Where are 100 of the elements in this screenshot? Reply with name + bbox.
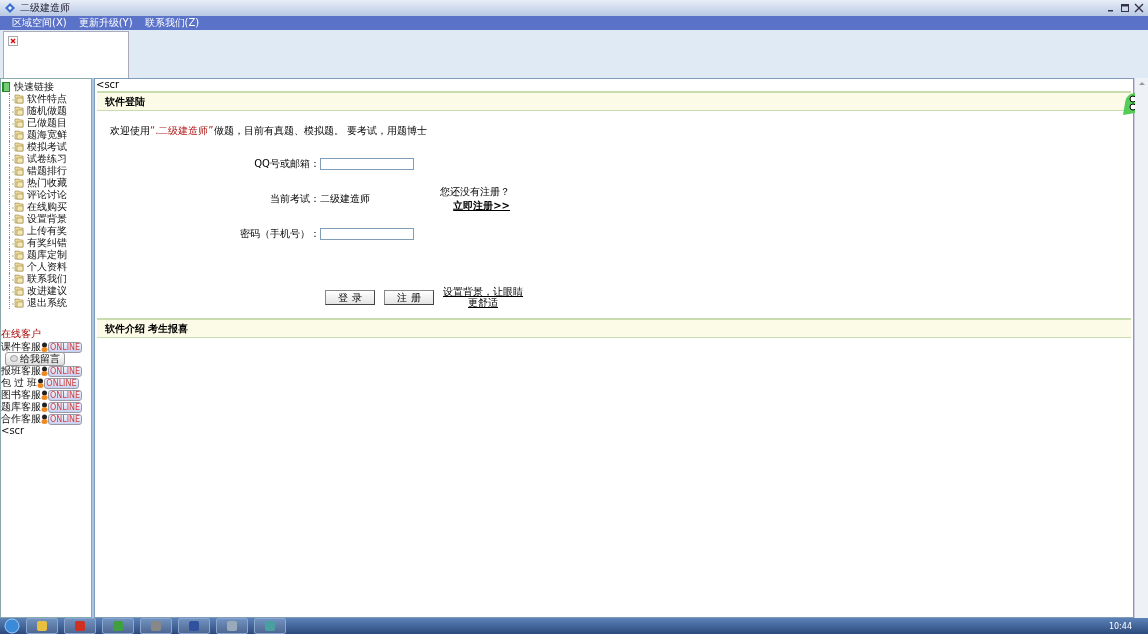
taskbar-button[interactable] [216, 618, 248, 634]
service-label: 合作客服 [1, 412, 41, 426]
folder-icon [12, 118, 24, 128]
field-label: 密码（手机号）： [239, 227, 320, 241]
start-orb-icon[interactable] [4, 618, 20, 634]
input-field[interactable] [320, 158, 414, 170]
taskbar-button[interactable] [64, 618, 96, 634]
folder-icon [12, 130, 24, 140]
tree-root[interactable]: 快速链接 [14, 80, 54, 94]
window-title: 二级建造师 [20, 1, 70, 15]
maximize-icon[interactable] [1120, 3, 1130, 13]
register-link[interactable]: 立即注册>> [453, 199, 510, 213]
scroll-up-icon[interactable] [1137, 80, 1146, 86]
online-badge[interactable]: ONLINE [48, 401, 83, 413]
online-badge[interactable]: ONLINE [48, 341, 83, 353]
broken-image-icon [8, 36, 18, 46]
app-icon [188, 620, 200, 632]
tree-item[interactable]: 有奖纠错 [27, 236, 67, 250]
service-label: 图书客服 [1, 388, 41, 401]
folder-icon [12, 274, 24, 284]
folder-icon [12, 106, 24, 116]
background-link[interactable]: 设置背景，让眼睛更舒适 [443, 286, 523, 308]
field-label: 当前考试： [269, 192, 320, 206]
folder-icon [12, 262, 24, 272]
book-icon [1, 82, 11, 92]
tree-item[interactable]: 试卷练习 [27, 152, 67, 166]
app-icon [4, 2, 16, 14]
close-icon[interactable] [1134, 3, 1144, 13]
section-title: 在线客户 [1, 327, 42, 341]
folder-icon [12, 226, 24, 236]
service-label: 包 过 班 [1, 376, 38, 389]
tree-item[interactable]: 已做题目 [27, 116, 67, 130]
folder-icon [12, 178, 24, 188]
folder-icon [12, 94, 24, 104]
tree-item[interactable]: 随机做题 [27, 104, 67, 118]
tree-item[interactable]: 题库定制 [27, 248, 67, 262]
app-icon [226, 620, 238, 632]
online-badge[interactable]: ONLINE [48, 413, 83, 425]
section-header: 软件介绍 考生报喜 [97, 318, 1131, 338]
tree-item[interactable]: 热门收藏 [27, 176, 67, 190]
online-badge[interactable]: ONLINE [48, 389, 83, 401]
taskbar-button[interactable] [140, 618, 172, 634]
person-icon [41, 390, 48, 400]
tree-item[interactable]: 软件特点 [27, 92, 67, 106]
folder-icon [12, 238, 24, 248]
folder-icon [12, 142, 24, 152]
field-value: 二级建造师 [320, 192, 371, 206]
tree-item[interactable]: 题海宽鲜 [27, 128, 67, 142]
app-icon [264, 620, 276, 632]
tree-item[interactable]: 退出系统 [27, 296, 67, 310]
taskbar-button[interactable] [26, 618, 58, 634]
online-badge[interactable]: ONLINE [44, 377, 79, 389]
person-icon [41, 342, 48, 352]
message-button[interactable]: 给我留言 [5, 352, 65, 366]
tree-item[interactable]: 评论讨论 [27, 188, 67, 202]
tree-item[interactable]: 在线购买 [27, 200, 67, 214]
person-icon [41, 414, 48, 424]
field-label: QQ号或邮箱： [253, 157, 320, 171]
tree-item[interactable]: 错题排行 [27, 164, 67, 178]
taskbar-button[interactable] [254, 618, 286, 634]
service-label: 报班客服 [1, 364, 41, 377]
scrollbar[interactable] [1134, 78, 1148, 618]
welcome-text: 欢迎使用“.二级建造师”做题，目前有真题、模拟题。 要考试，用题博士 [109, 124, 428, 138]
menu-item[interactable]: 更新升级(Y) [78, 16, 133, 30]
menu-item[interactable]: 联系我们(Z) [144, 16, 200, 30]
tree-item[interactable]: 联系我们 [27, 272, 67, 286]
taskbar-button[interactable] [102, 618, 134, 634]
tree-item[interactable]: 个人资料 [27, 260, 67, 274]
service-label: 课件客服 [1, 340, 41, 354]
tree-item[interactable]: 上传有奖 [27, 224, 67, 238]
register-prompt: 您还没有注册？ [440, 185, 510, 199]
person-icon [41, 366, 48, 376]
online-badge[interactable]: ONLINE [48, 365, 83, 377]
app-icon [36, 620, 48, 632]
app-icon [112, 620, 124, 632]
code-fragment: <scr [1, 425, 26, 436]
speech-bubble-icon [10, 355, 18, 363]
app-icon [74, 620, 86, 632]
folder-icon [12, 298, 24, 308]
taskbar-button[interactable] [178, 618, 210, 634]
person-icon [41, 402, 48, 412]
folder-icon [12, 250, 24, 260]
folder-icon [12, 214, 24, 224]
input-field[interactable] [320, 228, 414, 240]
menu-item[interactable]: 区域空间(X) [12, 16, 67, 30]
folder-icon [12, 190, 24, 200]
clock: 10:44 [1108, 621, 1133, 631]
folder-icon [12, 166, 24, 176]
folder-icon [12, 154, 24, 164]
folder-icon [12, 286, 24, 296]
code-fragment: <scr [95, 79, 121, 91]
folder-icon [12, 202, 24, 212]
app-icon [150, 620, 162, 632]
action-button[interactable]: 登 录 [325, 289, 375, 305]
action-button[interactable]: 注 册 [384, 289, 434, 305]
tree-item[interactable]: 模拟考试 [27, 140, 67, 154]
tree-item[interactable]: 改进建议 [27, 284, 67, 298]
tree-item[interactable]: 设置背景 [27, 212, 67, 226]
person-icon [37, 378, 45, 388]
section-header: 软件登陆 [97, 91, 1131, 111]
